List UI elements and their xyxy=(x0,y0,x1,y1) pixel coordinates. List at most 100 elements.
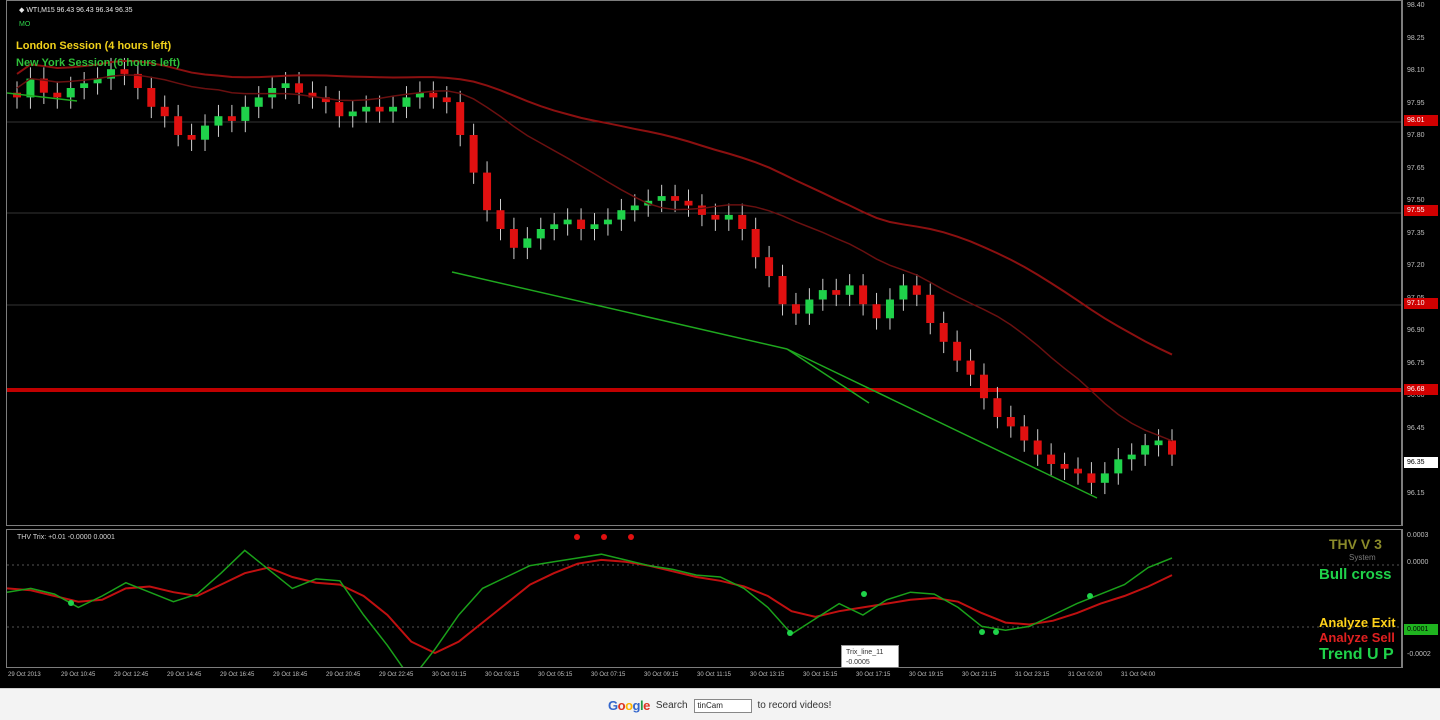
bear-candle xyxy=(174,116,183,135)
time-tick-label: 29 Oct 20:45 xyxy=(326,672,361,678)
google-logo-letter: o xyxy=(617,698,626,713)
trix-line xyxy=(7,549,1173,667)
google-logo-letter: e xyxy=(643,698,650,713)
bear-candle xyxy=(496,210,505,229)
indicator-value-tag: 0.0001 xyxy=(1404,624,1438,635)
bear-candle xyxy=(979,374,988,399)
bear-candle xyxy=(1168,440,1176,455)
bear-candle xyxy=(939,323,948,342)
price-tick-label: 97.50 xyxy=(1407,197,1425,204)
trix-signal-line xyxy=(7,558,1173,655)
indicator-tick-label: -0.0002 xyxy=(1407,651,1431,658)
bull-candle xyxy=(563,219,572,225)
bear-candle xyxy=(832,290,841,295)
price-tick-label: 98.25 xyxy=(1407,34,1425,42)
bear-candle xyxy=(1020,426,1029,441)
bear-candle xyxy=(295,83,304,93)
bull-candle xyxy=(1100,473,1109,483)
indicator-panel[interactable]: THV Trix: +0.01 -0.0000 0.0001 THV V 3 S… xyxy=(6,529,1402,668)
trendline-1 xyxy=(451,271,788,350)
bull-candle xyxy=(1127,454,1136,460)
indicator-axis[interactable]: 0.0003 0.0000 -0.0002 0.0001 xyxy=(1402,529,1440,668)
bull-candle xyxy=(241,106,250,121)
bull-candle xyxy=(362,106,371,112)
symbol-sub: MO xyxy=(19,21,31,28)
bear-candle xyxy=(469,135,478,173)
bear-candle xyxy=(53,92,62,98)
price-tick-label: 96.90 xyxy=(1407,327,1425,334)
google-logo-letter: G xyxy=(608,698,618,713)
bull-candle xyxy=(845,285,854,295)
bull-candle xyxy=(617,210,626,220)
price-tick-label: 97.65 xyxy=(1407,164,1425,172)
time-tick-label: 30 Oct 05:15 xyxy=(538,672,573,678)
google-logo: Google xyxy=(608,698,650,713)
buy-signal-dot xyxy=(979,629,985,635)
price-tag: 97.55 xyxy=(1404,205,1438,216)
bull-candle xyxy=(885,299,894,319)
sell-signal-dot xyxy=(574,534,580,540)
bear-candle xyxy=(187,135,196,140)
trendline-3 xyxy=(786,348,870,404)
price-tick-label: 97.35 xyxy=(1407,229,1425,237)
bear-candle xyxy=(872,304,881,319)
bull-candle xyxy=(201,125,210,140)
bull-candle xyxy=(550,224,559,229)
time-tick-label: 29 Oct 22:45 xyxy=(379,672,414,678)
bull-candle xyxy=(724,214,733,220)
bull-candle xyxy=(523,238,532,248)
buy-signal-dot xyxy=(1087,593,1093,599)
bull-candle xyxy=(389,106,398,112)
bear-candle xyxy=(765,257,774,276)
time-tick-label: 31 Oct 23:15 xyxy=(1015,672,1050,678)
bull-candle xyxy=(214,116,223,126)
bear-candle xyxy=(684,200,693,206)
google-search-group: Google Search tinCam to record videos! xyxy=(608,698,831,713)
price-chart-canvas[interactable] xyxy=(7,1,1402,526)
price-tick-label: 96.45 xyxy=(1407,424,1425,432)
bear-candle xyxy=(671,196,680,201)
bull-candle xyxy=(268,88,277,98)
bear-candle xyxy=(227,116,236,121)
indicator-title: THV Trix: +0.01 -0.0000 0.0001 xyxy=(17,534,115,541)
thv-title: THV V 3 xyxy=(1329,536,1382,552)
indicator-tick-label: 0.0003 xyxy=(1407,532,1429,539)
bear-candle xyxy=(442,97,451,103)
bear-candle xyxy=(483,172,492,211)
time-tick-label: 29 Oct 16:45 xyxy=(220,672,255,678)
bear-candle xyxy=(1033,440,1042,455)
time-tick-label: 30 Oct 03:15 xyxy=(485,672,520,678)
google-logo-letter: g xyxy=(632,698,641,713)
time-tick-label: 30 Oct 07:15 xyxy=(591,672,626,678)
bull-candle xyxy=(657,196,666,201)
buy-signal-dot xyxy=(861,591,867,597)
price-chart[interactable]: ◆ WTI,M15 96.43 96.43 96.34 96.35 MO Lon… xyxy=(6,0,1402,526)
bear-candle xyxy=(1060,464,1069,469)
time-tick-label: 30 Oct 11:15 xyxy=(697,672,731,678)
bear-candle xyxy=(375,106,384,112)
search-label[interactable]: Search xyxy=(656,700,688,711)
bear-candle xyxy=(912,285,921,295)
thv-subtitle: System xyxy=(1349,553,1376,562)
bear-candle xyxy=(577,219,586,229)
time-tick-label: 31 Oct 04:00 xyxy=(1121,672,1156,678)
bear-candle xyxy=(859,285,868,305)
search-input[interactable]: tinCam xyxy=(693,698,752,713)
toolbar-suffix: to record videos! xyxy=(757,700,832,711)
time-tick-label: 30 Oct 21:15 xyxy=(962,672,997,678)
time-tick-label: 30 Oct 13:15 xyxy=(750,672,785,678)
google-toolbar: Google Search tinCam to record videos! xyxy=(0,688,1440,720)
time-tick-label: 30 Oct 01:15 xyxy=(432,672,467,678)
price-axis[interactable]: 98.40 98.25 98.10 97.95 97.80 97.65 97.50 97.35… xyxy=(1402,0,1440,526)
time-tick-label: 29 Oct 12:45 xyxy=(114,672,149,678)
bull-candle xyxy=(1154,440,1163,446)
indicator-canvas[interactable] xyxy=(7,530,1402,668)
time-tick-label: 29 Oct 14:45 xyxy=(167,672,202,678)
bull-candle xyxy=(348,111,357,117)
price-tick-label: 98.10 xyxy=(1407,67,1425,74)
thv-signal-label: Bull cross xyxy=(1319,566,1392,583)
time-axis[interactable]: 29 Oct 2013 29 Oct 10:45 29 Oct 12:45 29 Oc… xyxy=(6,668,1402,688)
bull-candle xyxy=(80,83,89,88)
moving-average-fast xyxy=(16,74,1173,442)
bear-candle xyxy=(953,341,962,361)
